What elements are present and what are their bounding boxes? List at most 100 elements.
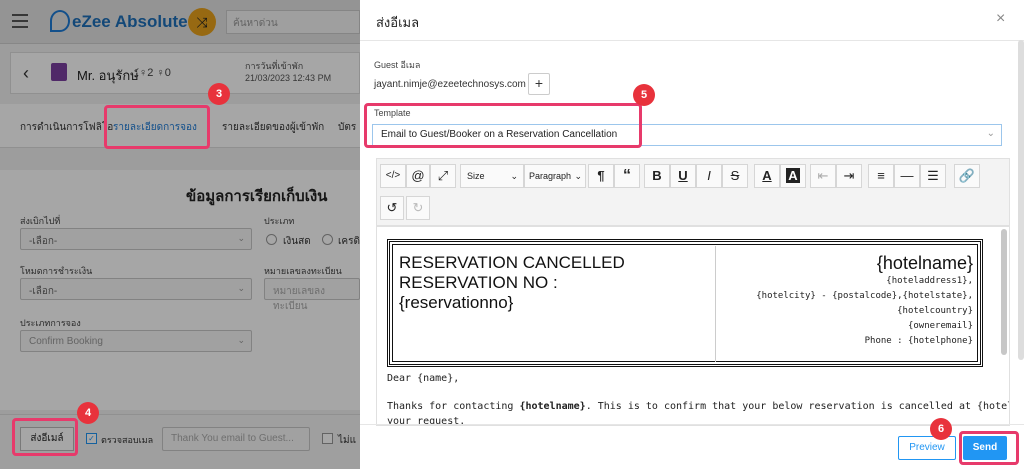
modal-title: ส่งอีเมล xyxy=(376,15,420,30)
address-line: {hotelcity} - {postalcode},{hotelstate}, xyxy=(756,291,973,301)
hotel-info: {hotelname} {hoteladdress1}, {hotelcity}… xyxy=(756,253,973,349)
background-app: eZee Absolute ⤨ ค้นหาด่วน ‹ Mr. อนุรักษ์… xyxy=(0,0,360,469)
scrollbar[interactable] xyxy=(1001,229,1007,355)
step-badge-4: 4 xyxy=(77,402,99,424)
preview-button[interactable]: Preview xyxy=(898,436,956,460)
highlight-template xyxy=(364,103,642,148)
highlight-tab xyxy=(104,105,210,149)
tab-guest-details[interactable]: รายละเอียดของผู้เข้าพัก xyxy=(222,120,324,135)
fullscreen-icon[interactable]: ⤢ xyxy=(430,164,456,188)
adult-count: 2 xyxy=(147,67,154,79)
type-label: ประเภท xyxy=(264,216,295,226)
step-badge-3: 3 xyxy=(208,83,230,105)
source-code-icon[interactable]: </> xyxy=(380,164,406,188)
divider xyxy=(360,424,1024,425)
close-icon[interactable]: × xyxy=(996,10,1005,28)
guest-email-value: jayant.nimje@ezeetechnosys.com xyxy=(374,79,526,90)
payment-mode-value: -เลือก- xyxy=(29,286,58,297)
align-left-icon[interactable]: ≡ xyxy=(868,164,894,188)
chevron-down-icon: ⌄ xyxy=(574,171,582,181)
checkin-value: 21/03/2023 12:43 PM xyxy=(245,73,332,83)
body-suffix: . This is to confirm that your below res… xyxy=(585,401,1009,412)
paragraph-label: Paragraph xyxy=(529,171,572,181)
email-header-table: RESERVATION CANCELLED RESERVATION NO : {… xyxy=(387,239,983,367)
outdent-icon[interactable]: ⇤ xyxy=(810,164,836,188)
back-icon[interactable]: ‹ xyxy=(23,63,29,84)
email-heading: RESERVATION CANCELLED RESERVATION NO : {… xyxy=(399,253,625,313)
credit-label: เครดิ xyxy=(338,236,360,247)
highlight-send-email xyxy=(12,418,78,456)
email-greeting: Dear {name}, xyxy=(387,373,460,384)
child-icon: ♀ xyxy=(156,67,165,79)
app-title: eZee Absolute xyxy=(72,12,188,31)
guest-name: Mr. อนุรักษ์ xyxy=(77,68,139,83)
size-select[interactable]: Size ⌄ xyxy=(460,164,524,188)
font-color-icon[interactable]: A xyxy=(754,164,780,188)
booking-type-value: Confirm Booking xyxy=(29,336,103,347)
guest-header: ‹ Mr. อนุรักษ์ ♀2 ♀0 การวันที่เข้าพัก 21… xyxy=(10,52,360,94)
regno-input[interactable]: หมายเลขลงทะเบียน xyxy=(264,278,360,312)
redo-icon[interactable]: ↻ xyxy=(406,196,430,220)
address-line: {owneremail} xyxy=(907,321,973,331)
modal-scrollbar[interactable] xyxy=(1018,40,1024,360)
no-checkbox-label: ไม่แ xyxy=(338,435,357,446)
link-icon[interactable]: 🔗 xyxy=(954,164,980,188)
send-to-label: ส่งเบิกไปที่ xyxy=(20,216,61,226)
add-email-button[interactable]: + xyxy=(528,73,550,95)
address-line: Phone : {hotelphone} xyxy=(864,336,973,346)
undo-icon[interactable]: ↺ xyxy=(380,196,404,220)
cash-label: เงินสด xyxy=(283,236,311,247)
cash-radio[interactable] xyxy=(266,234,277,245)
tab-folio[interactable]: การดำเนินการโฟลิโอ xyxy=(20,120,113,135)
quick-search-input[interactable]: ค้นหาด่วน xyxy=(226,10,360,34)
tab-card[interactable]: บัตร xyxy=(338,120,356,135)
indent-icon[interactable]: ⇥ xyxy=(836,164,862,188)
quote-icon[interactable]: “ xyxy=(614,164,640,188)
divider xyxy=(360,40,1024,41)
pilcrow-icon[interactable]: ¶ xyxy=(588,164,614,188)
hotel-address: {hoteladdress1}, {hotelcity} - {postalco… xyxy=(756,274,973,349)
strikethrough-icon[interactable]: S xyxy=(722,164,748,188)
ordered-list-icon[interactable]: ☰ xyxy=(920,164,946,188)
shuffle-icon[interactable]: ⤨ xyxy=(188,8,216,36)
top-bar: eZee Absolute ⤨ ค้นหาด่วน xyxy=(0,0,360,44)
section-title: ข้อมูลการเรียกเก็บเงิน xyxy=(186,188,328,205)
send-to-select[interactable]: -เลือก- ⌄ xyxy=(20,228,252,250)
body-hotelname: {hotelname} xyxy=(519,401,586,412)
body-prefix: Thanks for contacting xyxy=(387,401,520,412)
address-line: {hoteladdress1}, xyxy=(886,276,973,286)
chevron-down-icon: ⌄ xyxy=(986,128,995,139)
send-email-modal: ส่งอีเมล × Guest อีเมล jayant.nimje@ezee… xyxy=(360,0,1024,469)
guest-email-label: Guest อีเมล xyxy=(374,60,421,70)
heading-line-2: RESERVATION NO : xyxy=(399,273,558,292)
bold-icon[interactable]: B xyxy=(644,164,670,188)
heading-line-3: {reservationno} xyxy=(399,293,514,312)
payment-mode-select[interactable]: -เลือก- ⌄ xyxy=(20,278,252,300)
paragraph-select[interactable]: Paragraph ⌄ xyxy=(524,164,586,188)
building-icon xyxy=(51,63,67,81)
booking-type-label: ประเภทการจอง xyxy=(20,318,81,328)
email-template-select[interactable]: Thank You email to Guest... xyxy=(162,427,310,451)
editor-content[interactable]: RESERVATION CANCELLED RESERVATION NO : {… xyxy=(376,226,1010,426)
credit-radio[interactable] xyxy=(322,234,333,245)
regno-label: หมายเลขลงทะเบียน xyxy=(264,266,342,276)
mention-icon[interactable]: @ xyxy=(406,164,430,188)
menu-icon[interactable] xyxy=(12,14,28,28)
step-badge-6: 6 xyxy=(930,418,952,440)
booking-type-select[interactable]: Confirm Booking ⌄ xyxy=(20,330,252,352)
logo-icon xyxy=(50,10,70,32)
highlight-send xyxy=(959,431,1019,465)
table-divider xyxy=(715,246,716,362)
hotel-name: {hotelname} xyxy=(876,253,973,273)
italic-icon[interactable]: I xyxy=(696,164,722,188)
check-icon[interactable]: ✓ xyxy=(86,433,97,444)
email-body: Thanks for contacting {hotelname}. This … xyxy=(387,401,1009,412)
horizontal-rule-icon[interactable]: — xyxy=(894,164,920,188)
no-checkbox[interactable] xyxy=(322,433,333,444)
adult-icon: ♀ xyxy=(139,67,148,79)
child-count: 0 xyxy=(164,67,171,79)
highlight-color-icon[interactable]: A xyxy=(780,164,806,188)
underline-icon[interactable]: U xyxy=(670,164,696,188)
billing-section: ข้อมูลการเรียกเก็บเงิน ส่งเบิกไปที่ -เลื… xyxy=(0,170,360,410)
size-label: Size xyxy=(467,171,485,181)
